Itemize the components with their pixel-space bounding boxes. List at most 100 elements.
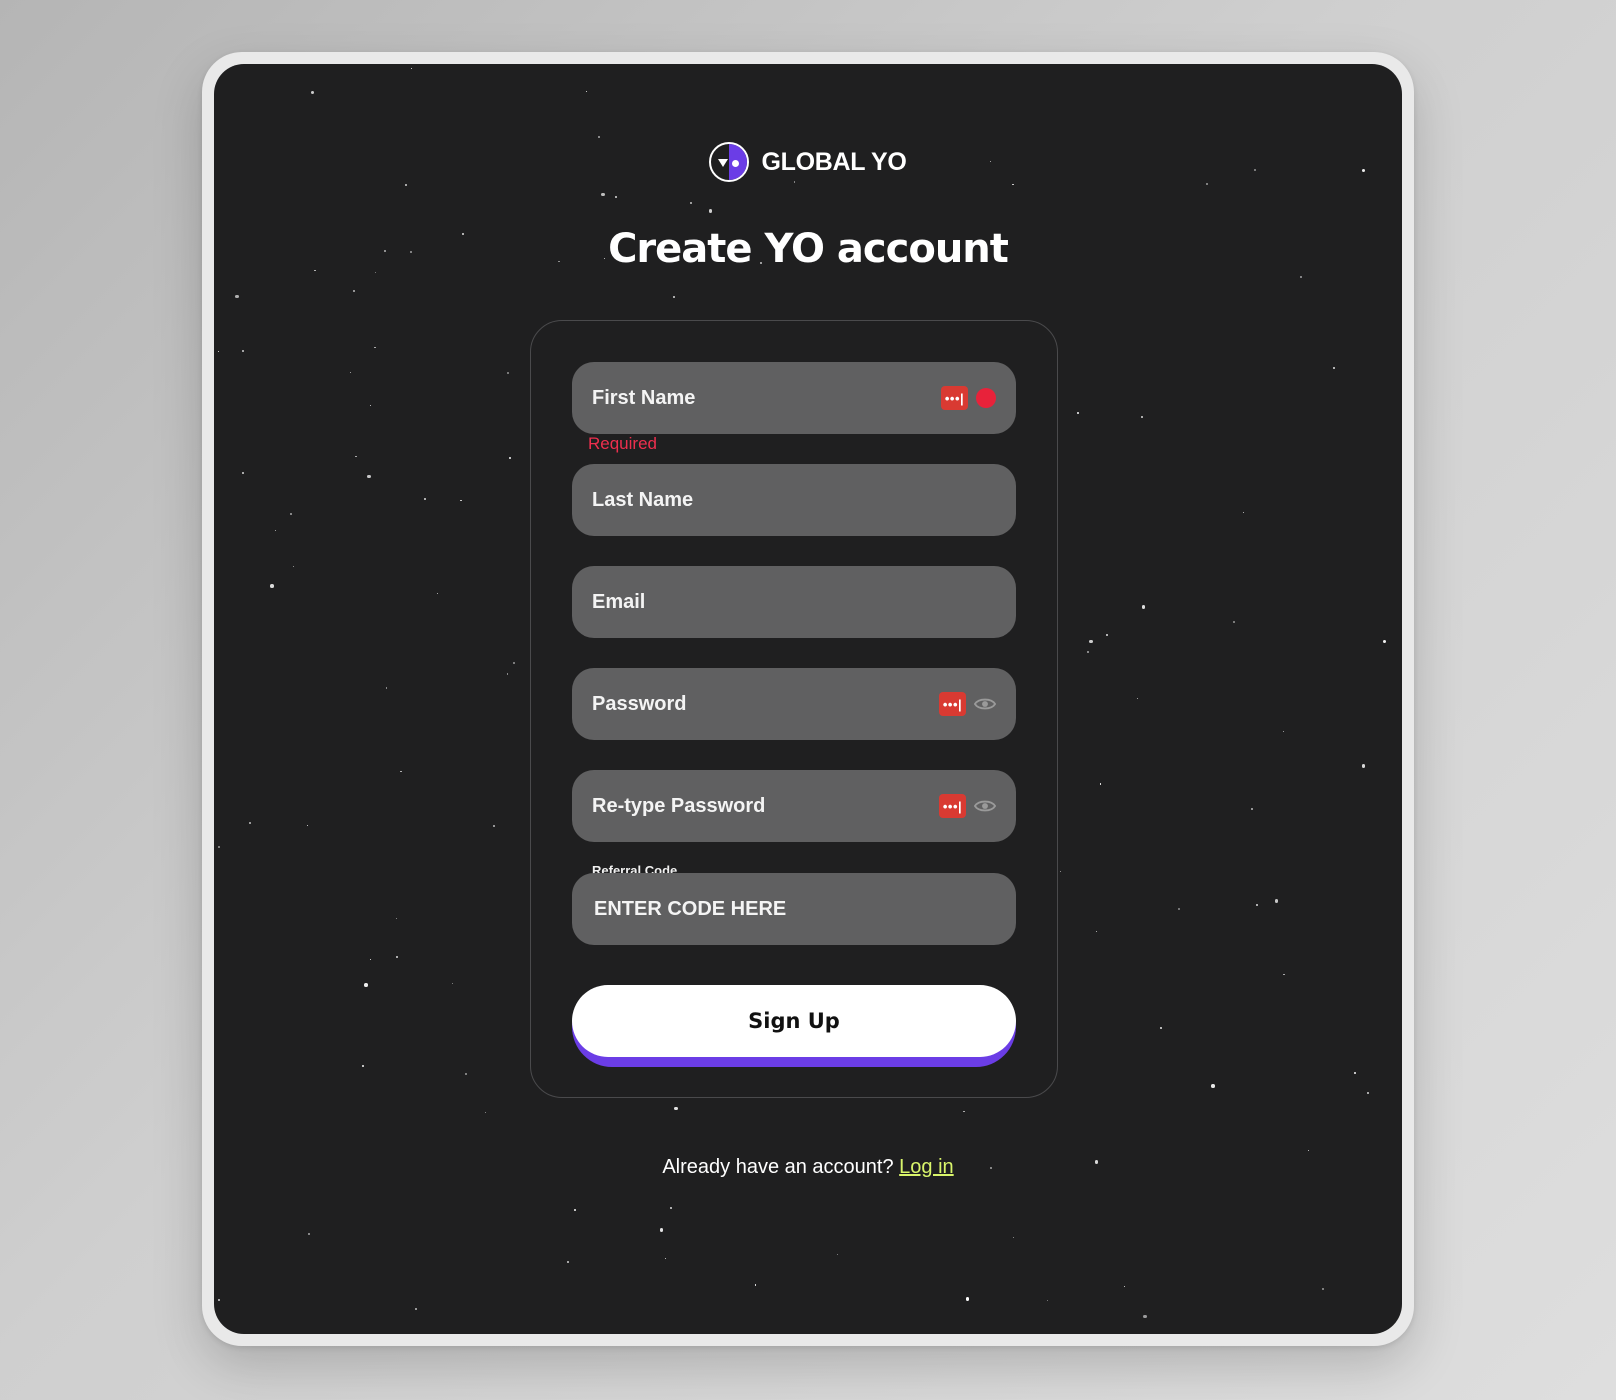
star: [837, 1254, 839, 1256]
retype-password-field[interactable]: Re-type Password •••|: [572, 770, 1016, 842]
star: [374, 346, 376, 348]
star: [1251, 807, 1254, 810]
star: [659, 1228, 664, 1232]
signup-button[interactable]: Sign Up: [572, 985, 1016, 1057]
star: [235, 294, 239, 299]
star: [485, 1112, 487, 1114]
star: [1333, 366, 1336, 369]
star: [615, 196, 618, 199]
star: [364, 983, 368, 987]
star: [396, 956, 399, 959]
star: [669, 1207, 672, 1210]
star: [1300, 275, 1303, 278]
email-field[interactable]: Email: [572, 566, 1016, 638]
star: [1141, 605, 1146, 609]
star: [1089, 639, 1093, 644]
brand-name: GLOBAL YO: [761, 147, 907, 176]
email-label: Email: [592, 590, 646, 613]
star: [1353, 1071, 1356, 1074]
first-name-field[interactable]: First Name •••|: [572, 362, 1016, 434]
star: [352, 290, 355, 293]
star: [241, 350, 244, 353]
star: [292, 565, 294, 567]
eye-icon[interactable]: [974, 798, 996, 814]
star: [665, 1257, 667, 1260]
login-link[interactable]: Log in: [899, 1156, 954, 1178]
brand-header: GLOBAL YO: [214, 142, 1402, 182]
star: [310, 90, 315, 94]
star: [242, 472, 244, 474]
star: [307, 1232, 310, 1235]
star: [1255, 904, 1258, 907]
password-label: Password: [592, 692, 687, 715]
star: [1283, 730, 1285, 732]
login-prompt: Already have an account? Log in: [214, 1156, 1402, 1179]
star: [369, 958, 371, 960]
star: [965, 1297, 970, 1301]
star: [1012, 184, 1014, 186]
star: [1012, 1236, 1014, 1239]
star: [508, 457, 511, 460]
star: [460, 499, 462, 501]
referral-code-input[interactable]: [572, 873, 1016, 945]
star: [1141, 416, 1144, 419]
star: [1087, 650, 1090, 653]
eye-icon[interactable]: [974, 696, 996, 712]
star: [566, 1261, 569, 1264]
star: [218, 350, 220, 353]
star: [1233, 620, 1236, 623]
star: [1382, 639, 1387, 644]
star: [513, 662, 516, 665]
star: [1283, 973, 1285, 976]
app-screen: GLOBAL YO Create YO account First Name •…: [214, 64, 1402, 1334]
last-name-field[interactable]: Last Name: [572, 464, 1016, 536]
star: [1095, 930, 1097, 932]
star: [437, 593, 439, 595]
star: [963, 1110, 965, 1113]
star: [506, 371, 509, 374]
star: [674, 1106, 678, 1111]
star: [1060, 870, 1062, 872]
login-prompt-text: Already have an account?: [662, 1156, 894, 1178]
star: [275, 529, 277, 531]
star: [598, 135, 601, 138]
star: [248, 821, 251, 824]
error-icon: [976, 388, 996, 408]
star: [673, 296, 675, 299]
star: [1143, 1314, 1147, 1319]
password-manager-icon[interactable]: •••|: [939, 692, 966, 716]
star: [1100, 783, 1102, 785]
signup-form-card: First Name •••| Required Last Name Email…: [530, 320, 1058, 1098]
star: [601, 192, 605, 197]
star: [708, 209, 713, 213]
signup-button-shadow: Sign Up: [572, 985, 1016, 1067]
star: [1243, 511, 1245, 513]
password-manager-icon[interactable]: •••|: [941, 386, 968, 410]
star: [506, 673, 508, 675]
star: [1106, 633, 1109, 636]
star: [1137, 697, 1139, 699]
star: [1123, 1285, 1125, 1287]
star: [400, 771, 402, 773]
star: [1206, 182, 1209, 185]
star: [585, 91, 587, 93]
star: [1274, 899, 1279, 903]
star: [451, 982, 453, 985]
star: [369, 405, 371, 407]
first-name-label: First Name: [592, 386, 696, 409]
star: [404, 183, 407, 186]
star: [395, 918, 398, 920]
star: [1361, 764, 1366, 768]
star: [1211, 1084, 1215, 1088]
password-manager-icon[interactable]: •••|: [939, 794, 966, 818]
page-title: Create YO account: [608, 226, 1009, 272]
star: [355, 456, 357, 458]
star: [415, 1307, 418, 1310]
star: [306, 825, 308, 827]
star: [367, 474, 371, 479]
star: [574, 1209, 576, 1211]
device-frame: GLOBAL YO Create YO account First Name •…: [202, 52, 1414, 1346]
star: [1177, 908, 1180, 911]
password-field[interactable]: Password •••|: [572, 668, 1016, 740]
star: [689, 201, 692, 204]
